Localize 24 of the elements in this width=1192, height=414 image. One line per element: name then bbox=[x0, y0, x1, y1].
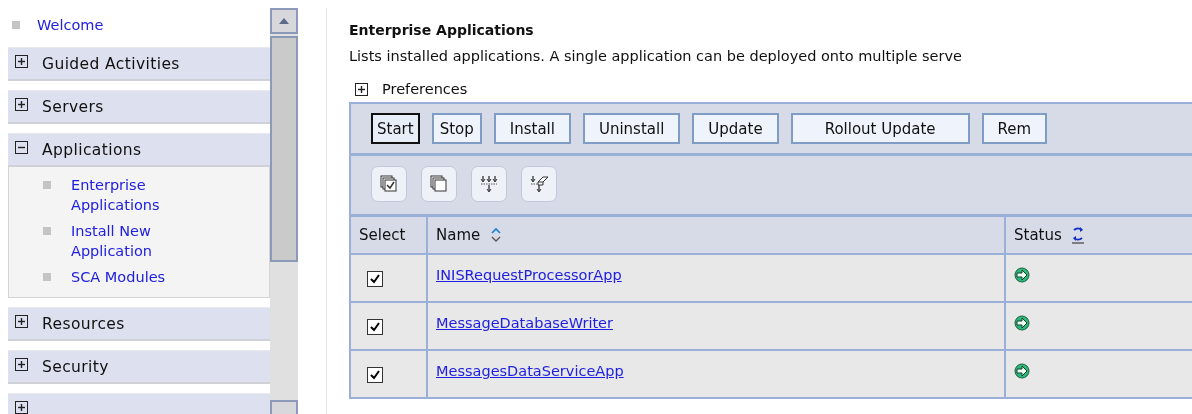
nav-link[interactable]: Install New Application bbox=[71, 221, 196, 261]
column-header: Status bbox=[1014, 226, 1062, 244]
nav-section-header[interactable]: Security bbox=[8, 350, 270, 384]
nav-section-header[interactable]: Guided Activities bbox=[8, 47, 270, 81]
column-header[interactable]: Name bbox=[436, 226, 481, 244]
welcome-link[interactable]: Welcome bbox=[37, 17, 104, 33]
page-description: Lists installed applications. A single application can be deployed onto multiple serve bbox=[349, 48, 963, 64]
nav-link[interactable]: SCA Modules bbox=[71, 267, 196, 287]
nav-section-header[interactable]: Applications bbox=[8, 133, 270, 167]
action-button[interactable]: Update bbox=[692, 113, 779, 144]
application-link[interactable]: MessagesDataServiceApp bbox=[436, 363, 624, 379]
nav-link[interactable]: Enterprise Applications bbox=[71, 175, 196, 215]
action-button[interactable]: Rollout Update bbox=[790, 113, 970, 144]
action-button[interactable]: Stop bbox=[431, 113, 482, 144]
nav-section-header[interactable]: Resources bbox=[8, 307, 270, 341]
preferences-label[interactable]: Preferences bbox=[382, 81, 468, 97]
action-button[interactable]: Start bbox=[371, 113, 420, 144]
application-link[interactable]: MessageDatabaseWriter bbox=[436, 315, 613, 331]
application-link[interactable]: INISRequestProcessorApp bbox=[436, 267, 622, 283]
nav-section-header[interactable]: Servers bbox=[8, 90, 270, 124]
action-button[interactable]: Install bbox=[493, 113, 571, 144]
action-button[interactable]: Uninstall bbox=[582, 113, 681, 144]
action-button[interactable]: Rem bbox=[981, 113, 1048, 144]
page-title: Enterprise Applications bbox=[349, 22, 535, 38]
